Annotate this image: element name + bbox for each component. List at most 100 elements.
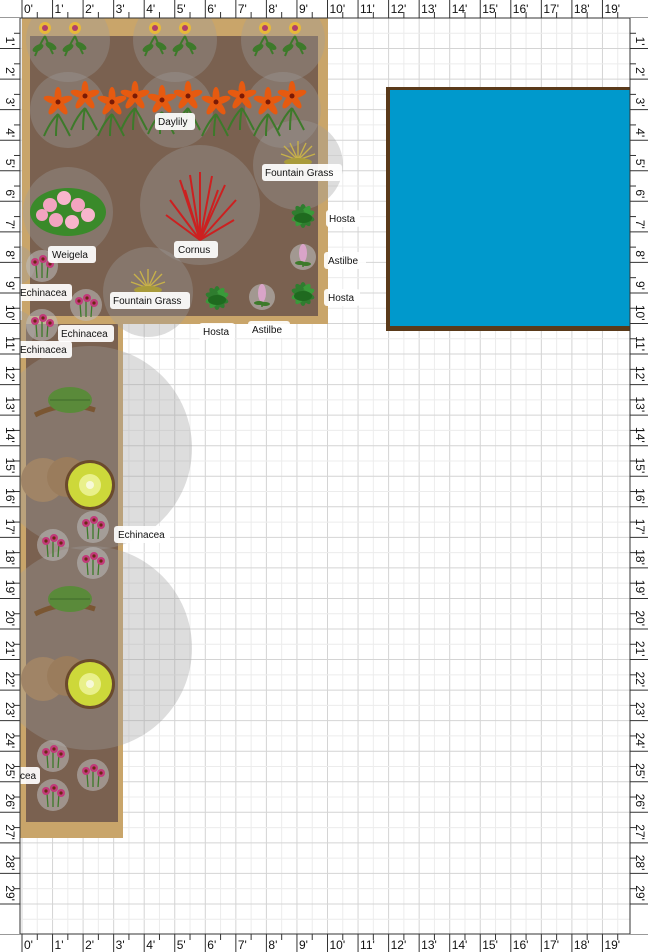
ruler-label: 19' xyxy=(633,580,647,596)
svg-text:Weigela: Weigela xyxy=(52,250,88,261)
ruler-label: 13' xyxy=(421,938,437,952)
label-echinacea: Echinacea xyxy=(114,526,170,543)
ruler-label: 6' xyxy=(633,189,647,198)
ruler-label: 12' xyxy=(391,938,407,952)
ruler-label: 27' xyxy=(3,824,17,840)
label-astilbe: Astilbe xyxy=(324,252,366,269)
label-echinacea: Echinacea xyxy=(18,284,72,301)
label-fountain-grass: Fountain Grass xyxy=(110,292,190,309)
ruler-label: 27' xyxy=(633,824,647,840)
ruler-label: 2' xyxy=(633,67,647,76)
ruler-label: 28' xyxy=(633,855,647,871)
ruler-label: 25' xyxy=(633,763,647,779)
ruler-label: 8' xyxy=(3,250,17,259)
ruler-label: 21' xyxy=(633,641,647,657)
ruler-label: 6' xyxy=(3,189,17,198)
ruler-label: 26' xyxy=(633,794,647,810)
ruler-label: 23' xyxy=(3,702,17,718)
ruler-label: 16' xyxy=(3,488,17,504)
ruler-label: 13' xyxy=(633,397,647,413)
ruler-label: 17' xyxy=(633,519,647,535)
svg-text:Hosta: Hosta xyxy=(329,214,356,225)
ruler-label: 11' xyxy=(360,2,375,16)
svg-text:Fountain Grass: Fountain Grass xyxy=(113,296,181,307)
ruler-label: 0' xyxy=(24,2,33,16)
ruler-label: 16' xyxy=(513,938,529,952)
ruler-label: 15' xyxy=(3,458,17,474)
ruler-label: 3' xyxy=(116,2,125,16)
pond[interactable] xyxy=(386,87,634,331)
ruler-label: 8' xyxy=(268,2,277,16)
ruler-label: 29' xyxy=(3,885,17,901)
garden-planner-canvas[interactable]: Daylily Fountain Grass Hosta Weigela Cor… xyxy=(0,0,648,952)
ruler-label: 23' xyxy=(633,702,647,718)
ruler-label: 13' xyxy=(3,397,17,413)
ruler-label: 20' xyxy=(633,610,647,626)
ruler-label: 21' xyxy=(3,641,17,657)
ruler-label: 17' xyxy=(543,938,559,952)
svg-text:Astilbe: Astilbe xyxy=(252,325,282,336)
label-fountain-grass: Fountain Grass xyxy=(262,164,342,181)
ruler-label: 7' xyxy=(238,938,247,952)
ruler-label: 6' xyxy=(207,938,216,952)
ruler-label: 2' xyxy=(85,2,94,16)
ruler-label: 29' xyxy=(633,885,647,901)
svg-text:Echinacea: Echinacea xyxy=(61,329,108,340)
label-weigela: Weigela xyxy=(48,246,96,263)
ruler-label: 11' xyxy=(360,938,375,952)
ruler-label: 28' xyxy=(3,855,17,871)
ruler-label: 8' xyxy=(633,250,647,259)
ruler-label: 4' xyxy=(633,128,647,137)
svg-text:Hosta: Hosta xyxy=(203,327,230,338)
ruler-label: 12' xyxy=(633,366,647,382)
ruler-label: 12' xyxy=(391,2,407,16)
ruler-label: 16' xyxy=(633,488,647,504)
ruler-label: 25' xyxy=(3,763,17,779)
ruler-label: 13' xyxy=(421,2,437,16)
ruler-label: 4' xyxy=(3,128,17,137)
label-hosta: Hosta xyxy=(324,289,360,306)
ruler-label: 4' xyxy=(146,938,155,952)
ruler-label: 6' xyxy=(207,2,216,16)
ruler-label: 1' xyxy=(55,938,64,952)
svg-text:Fountain Grass: Fountain Grass xyxy=(265,168,333,179)
ruler-label: 17' xyxy=(3,519,17,535)
ruler-label: 12' xyxy=(3,366,17,382)
ruler-label: 2' xyxy=(85,938,94,952)
ruler-label: 24' xyxy=(633,733,647,749)
svg-text:Echinacea: Echinacea xyxy=(118,530,165,541)
ruler-label: 3' xyxy=(116,938,125,952)
ruler-label: 16' xyxy=(513,2,529,16)
ruler-label: 9' xyxy=(299,2,308,16)
label-daylily: Daylily xyxy=(155,113,195,130)
label-hosta: Hosta xyxy=(199,323,235,340)
ruler-label: 5' xyxy=(177,938,186,952)
ruler-label: 14' xyxy=(452,2,468,16)
svg-text:Daylily: Daylily xyxy=(158,117,187,128)
ruler-label: 19' xyxy=(604,938,620,952)
weigela-icon[interactable] xyxy=(30,188,106,236)
ruler-label: 14' xyxy=(633,427,647,443)
ruler-label: 5' xyxy=(633,159,647,168)
ruler-label: 18' xyxy=(574,2,590,16)
ruler-label: 9' xyxy=(633,281,647,290)
ruler-label: 19' xyxy=(3,580,17,596)
ruler-label: 17' xyxy=(543,2,559,16)
ruler-label: 22' xyxy=(633,671,647,687)
ruler-label: 18' xyxy=(574,938,590,952)
ruler-label: 19' xyxy=(604,2,620,16)
svg-text:Echinacea: Echinacea xyxy=(20,288,67,299)
ruler-label: 4' xyxy=(146,2,155,16)
ruler-label: 26' xyxy=(3,794,17,810)
label-echinacea: Echinacea xyxy=(58,325,114,342)
ruler-label: 10' xyxy=(3,305,17,321)
ruler-label: 10' xyxy=(330,2,346,16)
ruler-label: 7' xyxy=(3,220,17,229)
ruler-label: 5' xyxy=(3,159,17,168)
ruler-left: 1' 2' 3' 4' 5' 6' 7' 8' 9' 10' 11' 12' 13' 14' 15' 16' 1… xyxy=(0,18,21,934)
svg-text:Astilbe: Astilbe xyxy=(328,256,358,267)
ruler-label: 9' xyxy=(3,281,17,290)
ruler-label: 20' xyxy=(3,610,17,626)
ruler-label: 11' xyxy=(3,336,17,351)
ruler-label: 18' xyxy=(3,549,17,565)
